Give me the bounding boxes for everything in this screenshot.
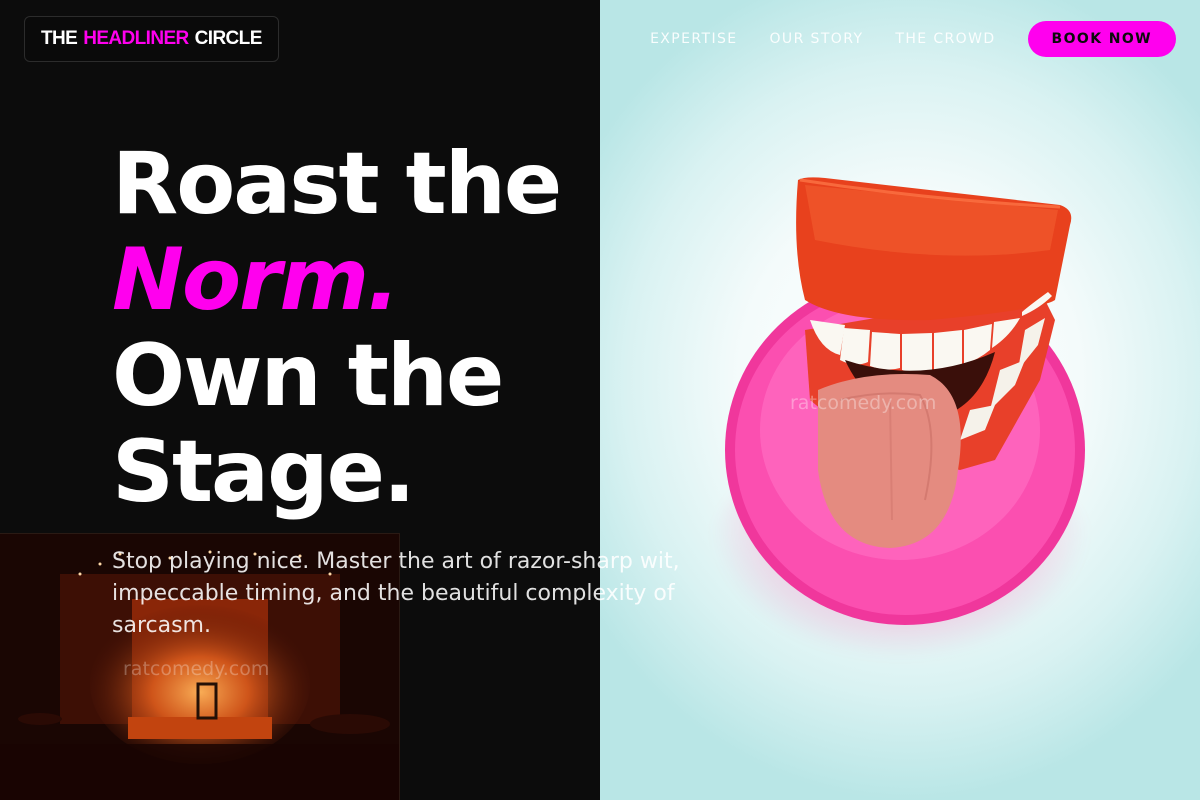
headline-line-1: Roast the: [112, 134, 562, 234]
headline-accent-norm: Norm.: [112, 230, 400, 330]
headline-line-4: Stage.: [112, 422, 416, 522]
book-now-button[interactable]: BOOK NOW: [1027, 21, 1176, 57]
brand-word-the: THE: [41, 28, 78, 49]
brand-logo[interactable]: THE HEADLINER CIRCLE: [24, 16, 279, 62]
hero-section: Roast the Norm. Own the Stage.: [112, 136, 632, 520]
nav-link-expertise[interactable]: EXPERTISE: [650, 31, 737, 47]
hero-subtitle: Stop playing nice. Master the art of raz…: [112, 549, 680, 638]
brand-word-circle: CIRCLE: [194, 28, 263, 49]
main-nav: EXPERTISE OUR STORY THE CROWD BOOK NOW: [650, 21, 1176, 57]
nav-link-the-crowd[interactable]: THE CROWD: [895, 31, 995, 47]
brand-word-headliner: HEADLINER: [83, 28, 189, 49]
hero-headline: Roast the Norm. Own the Stage.: [112, 136, 632, 520]
watermark-photo: ratcomedy.com: [790, 392, 937, 414]
upper-jaw: [796, 177, 1072, 321]
nav-link-our-story[interactable]: OUR STORY: [770, 31, 864, 47]
watermark-stage: ratcomedy.com: [123, 658, 270, 680]
headline-line-3: Own the: [112, 326, 504, 426]
